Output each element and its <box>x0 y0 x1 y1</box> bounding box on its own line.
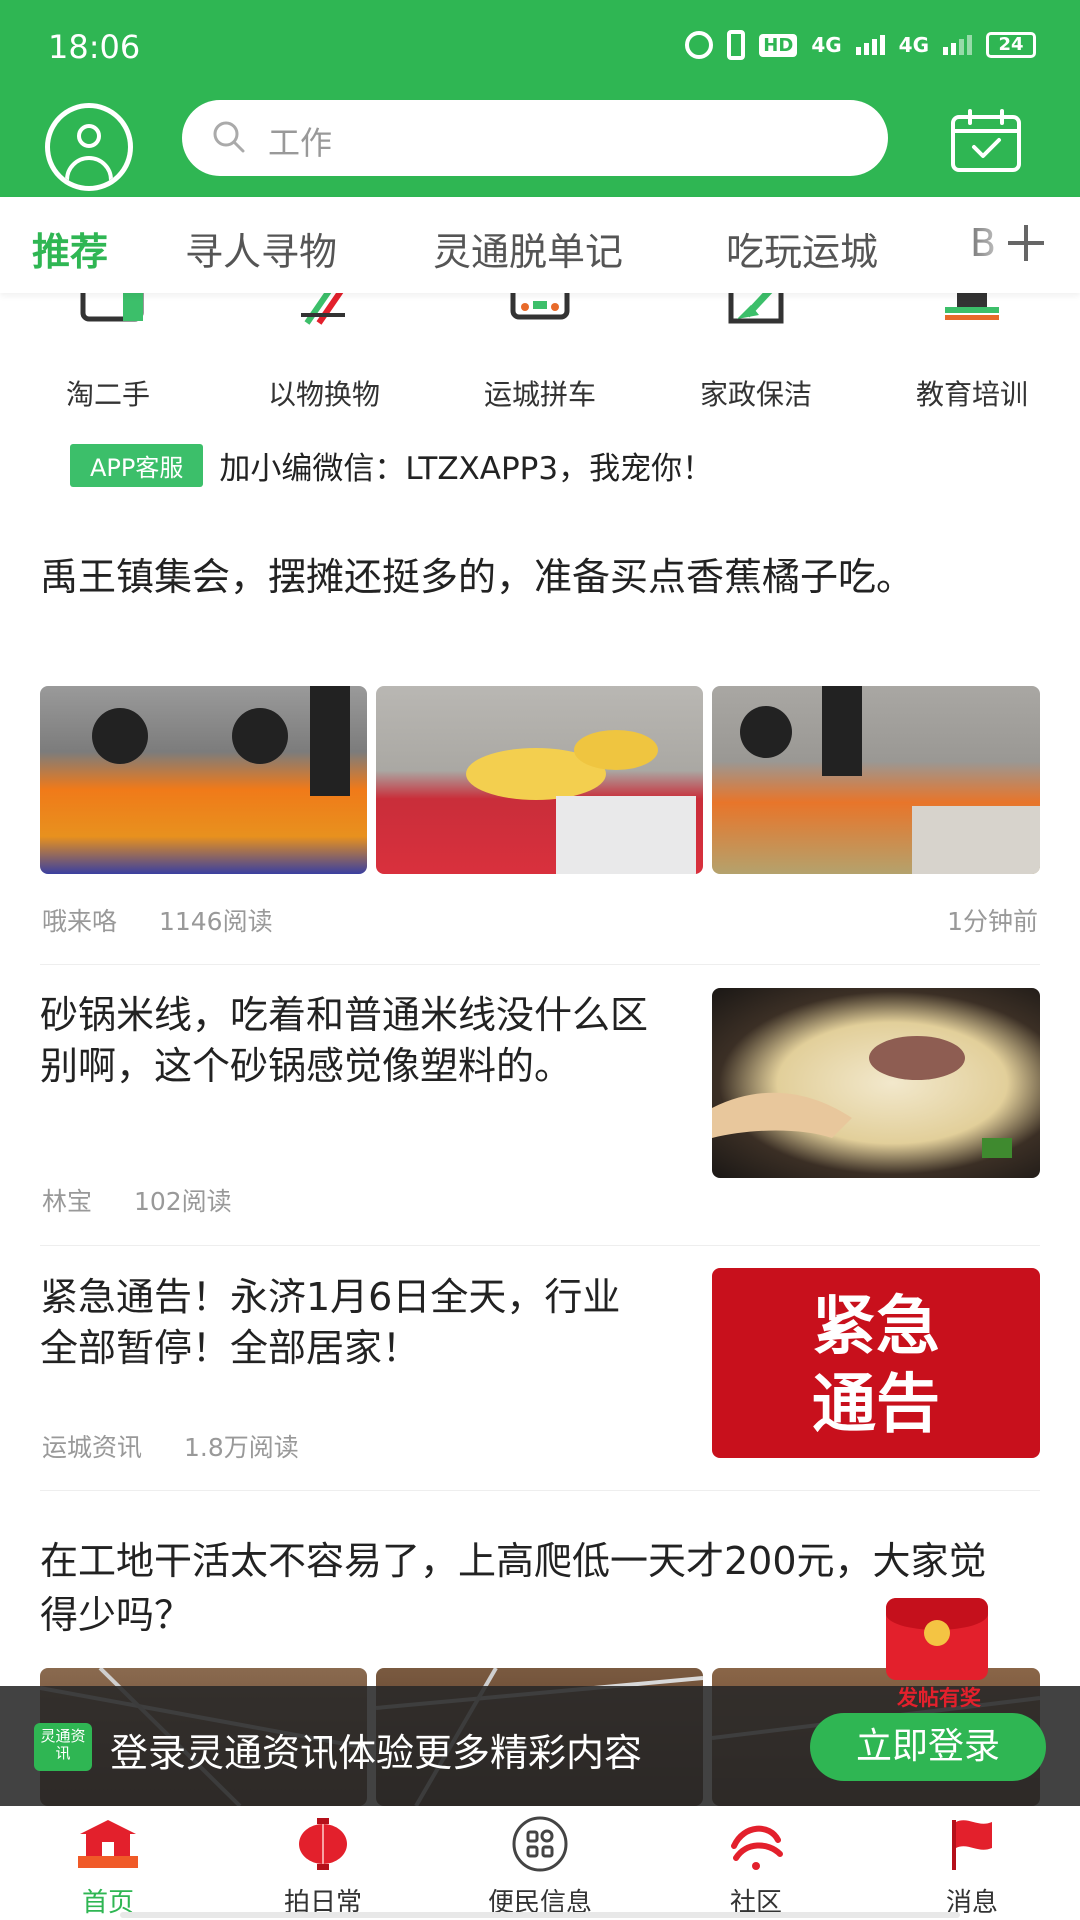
search-placeholder: 工作 <box>268 124 333 162</box>
article-author: 林宝 <box>42 1187 93 1216</box>
user-body-icon <box>65 156 113 186</box>
category-education[interactable]: 教育培训 <box>882 293 1062 413</box>
category-second-hand[interactable]: 淘二手 <box>18 293 198 413</box>
divider <box>40 1490 1040 1491</box>
post-reward-button[interactable]: 发帖有奖 <box>876 1598 1002 1714</box>
second-hand-icon <box>80 293 144 322</box>
article-meta: 林宝 102阅读 <box>42 1182 266 1218</box>
grid-apps-icon <box>512 1816 568 1872</box>
notice-text: 加小编微信：LTZXAPP3，我宠你！ <box>219 450 714 487</box>
image-text-line-2: 通告 <box>812 1368 940 1442</box>
article-image[interactable] <box>376 686 703 874</box>
feed-article-4[interactable]: 在工地干活太不容易了，上高爬低一天才200元，大家觉得少吗？ <box>40 1534 1000 1642</box>
login-message: 登录灵通资讯体验更多精彩内容 <box>110 1731 643 1775</box>
battery-icon: 24 <box>986 32 1036 58</box>
feed-article-3[interactable]: 紧急通告！永济1月6日全天，行业全部暂停！全部居家！ <box>40 1272 650 1374</box>
status-time: 18:06 <box>48 28 141 66</box>
login-button[interactable]: 立即登录 <box>810 1713 1046 1781</box>
app-logo: 灵通资讯 <box>34 1723 92 1771</box>
search-icon <box>213 121 245 153</box>
market-photo-1 <box>92 686 350 796</box>
tab-food-fun[interactable]: 吃玩运城 <box>726 221 878 276</box>
community-icon <box>731 1825 783 1870</box>
home-gate-icon <box>78 1820 138 1868</box>
customer-service-notice[interactable]: APP客服 加小编微信：LTZXAPP3，我宠你！ <box>70 443 714 487</box>
channel-tabs: 推荐 寻人寻物 灵通脱单记 吃玩运城 B <box>0 197 1080 293</box>
market-photo-3 <box>740 686 1040 874</box>
signal-icon <box>855 35 885 55</box>
category-label: 家政保洁 <box>699 378 812 411</box>
app-service-badge: APP客服 <box>70 443 204 487</box>
home-indicator <box>120 1912 960 1918</box>
category-barter[interactable]: 以物换物 <box>234 293 414 413</box>
education-icon <box>945 293 999 320</box>
housekeeping-icon <box>728 293 784 324</box>
article-image[interactable] <box>40 686 367 874</box>
category-housekeeping[interactable]: 家政保洁 <box>666 293 846 413</box>
vibrate-icon <box>727 30 746 60</box>
article-time: 1分钟前 <box>947 907 1038 936</box>
rice-noodle-photo <box>712 1036 1012 1158</box>
article-meta: 哦来咯 1146阅读 <box>42 902 307 938</box>
status-icons: HD 4G 4G 24 <box>685 30 1036 60</box>
lantern-icon <box>299 1818 347 1870</box>
article-image[interactable] <box>712 686 1040 874</box>
barter-icon <box>301 293 345 325</box>
tab-dating[interactable]: 灵通脱单记 <box>433 221 623 276</box>
avatar[interactable] <box>45 103 133 191</box>
network-label-2: 4G <box>898 33 929 57</box>
article-title: 禹王镇集会，摆摊还挺多的，准备买点香蕉橘子吃。 <box>40 555 915 599</box>
nav-daily[interactable]: 拍日常 <box>248 1816 398 1919</box>
tab-recommend[interactable]: 推荐 <box>32 221 108 276</box>
status-bar: 18:06 HD 4G 4G 24 <box>0 0 1080 95</box>
post-reward-label: 发帖有奖 <box>897 1686 981 1710</box>
search-bar[interactable]: 工作 <box>182 100 888 176</box>
article-meta: 运城资讯 1.8万阅读 <box>42 1428 333 1464</box>
network-label-1: 4G <box>811 33 842 57</box>
category-shortcuts: 淘二手 以物换物 运城拼车 家政保洁 教育培训 <box>0 293 1080 418</box>
article-reads: 1146阅读 <box>158 907 273 936</box>
divider <box>40 964 1040 965</box>
hd-badge: HD <box>759 33 798 57</box>
category-label: 运城拼车 <box>483 378 596 411</box>
market-photo-2 <box>466 730 696 874</box>
article-image[interactable]: 紧急 通告 <box>712 1268 1040 1458</box>
signal-icon-2 <box>943 35 972 55</box>
flag-message-icon <box>952 1820 992 1870</box>
app-header: 工作 <box>0 95 1080 197</box>
emergency-image-text: 紧急 通告 <box>712 1288 1040 1444</box>
nav-messages[interactable]: 消息 <box>897 1816 1047 1919</box>
article-image[interactable] <box>712 988 1040 1178</box>
nav-services[interactable]: 便民信息 <box>465 1816 615 1919</box>
nav-home[interactable]: 首页 <box>33 1816 183 1919</box>
category-carpool[interactable]: 运城拼车 <box>450 293 630 413</box>
article-title: 紧急通告！永济1月6日全天，行业全部暂停！全部居家！ <box>40 1275 621 1370</box>
article-title: 砂锅米线，吃着和普通米线没什么区别啊，这个砂锅感觉像塑料的。 <box>40 993 649 1088</box>
divider <box>40 1245 1040 1246</box>
article-author: 运城资讯 <box>42 1433 143 1462</box>
category-label: 淘二手 <box>65 378 150 411</box>
red-packet-coin <box>924 1620 950 1646</box>
article-reads: 102阅读 <box>133 1187 232 1216</box>
article-title: 在工地干活太不容易了，上高爬低一天才200元，大家觉得少吗？ <box>40 1539 987 1637</box>
nav-community[interactable]: 社区 <box>681 1816 831 1919</box>
carpool-icon <box>510 293 570 320</box>
add-channel-icon[interactable] <box>1002 219 1050 267</box>
article-author: 哦来咯 <box>42 907 118 936</box>
alarm-icon <box>685 31 714 59</box>
article-reads: 1.8万阅读 <box>183 1433 299 1462</box>
category-label: 教育培训 <box>915 378 1028 411</box>
feed-article-2[interactable]: 砂锅米线，吃着和普通米线没什么区别啊，这个砂锅感觉像塑料的。 <box>40 990 650 1092</box>
feed-article-1[interactable]: 禹王镇集会，摆摊还挺多的，准备买点香蕉橘子吃。 <box>40 550 1040 604</box>
category-label: 以物换物 <box>267 378 380 411</box>
image-text-line-1: 紧急 <box>812 1290 940 1364</box>
tab-lost-found[interactable]: 寻人寻物 <box>185 221 337 276</box>
bottom-nav: 首页 拍日常 便民信息 社区 消息 <box>0 1806 1080 1920</box>
calendar-icon[interactable] <box>950 109 1022 173</box>
user-head-icon <box>77 124 101 148</box>
